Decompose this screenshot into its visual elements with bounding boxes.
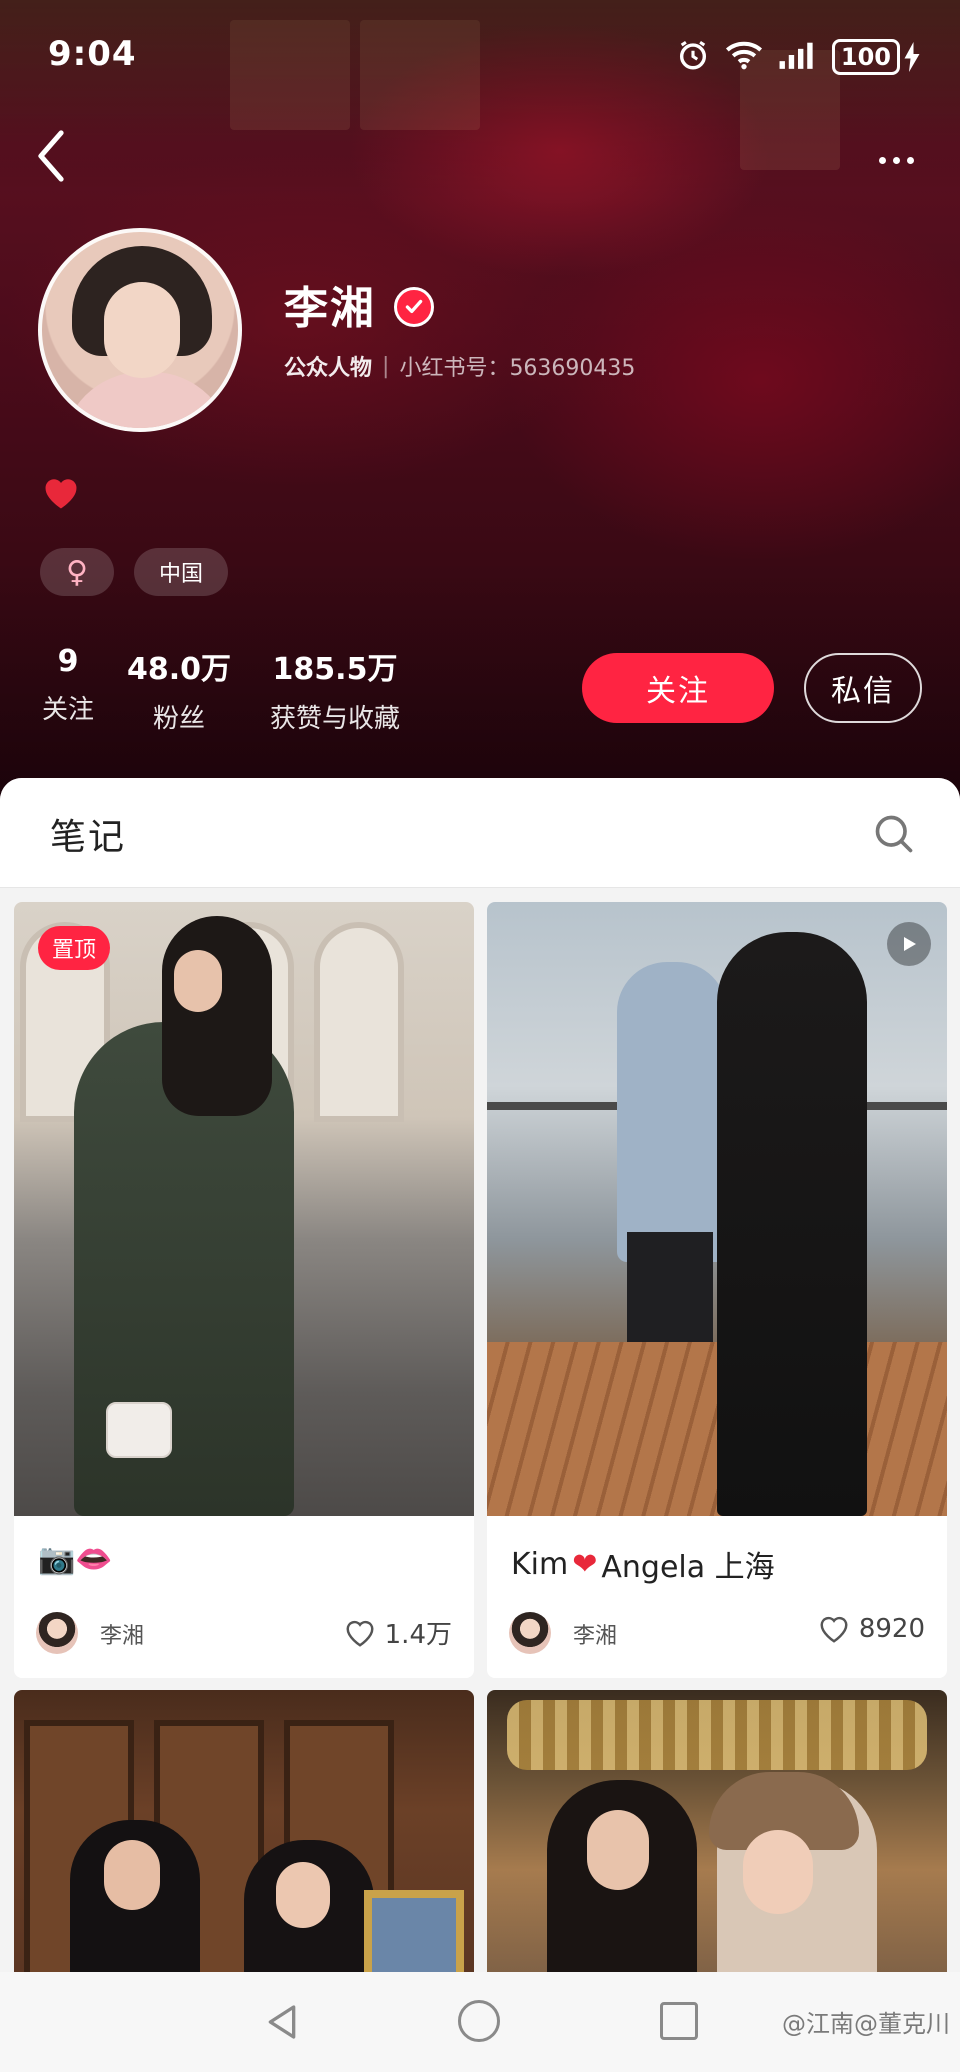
fans-count: 48.0万 [126,652,232,687]
following-count: 9 [57,644,79,679]
likes-stat[interactable]: 185.5万 获赞与收藏 [258,644,412,735]
watermark-text: @江南@董克川 [782,2010,950,2038]
note-title: 📷👄 [38,1542,113,1577]
region-tag: 中国 [134,548,228,596]
follow-button[interactable]: 关注 [582,653,774,723]
note-title: Kim ❤ Angela 上海 [511,1542,775,1586]
following-stat[interactable]: 9 关注 [36,644,100,726]
profile-role: 公众人物 [284,356,373,381]
likes-label: 获赞与收藏 [269,704,400,734]
note-card[interactable] [14,1690,474,1990]
author-avatar[interactable] [509,1612,551,1654]
gender-tag: ♀ [40,548,114,596]
notes-panel: 笔记 置顶 📷👄 李湘 1.4万 Kim ❤ Angela 上海 李湘 8920 [0,778,960,2072]
avatar[interactable] [38,228,242,432]
tab-notes[interactable]: 笔记 [50,808,126,860]
note-like-count: 8920 [858,1614,925,1644]
bio-heart-icon [42,476,80,514]
profile-subline: 公众人物 | 小红书号：563690435 [284,350,635,382]
video-play-icon [887,922,931,966]
note-like-button[interactable]: 1.4万 [343,1614,452,1651]
note-cover-image [487,1690,947,1990]
search-button[interactable] [872,812,916,856]
note-like-count: 1.4万 [384,1620,452,1650]
profile-name: 李湘 [284,283,376,334]
fans-label: 粉丝 [152,704,205,734]
heart-outline-icon [820,1616,848,1643]
nav-home-button[interactable] [458,2000,500,2042]
message-button[interactable]: 私信 [804,653,922,723]
heart-outline-icon [346,1620,374,1647]
following-label: 关注 [41,695,94,725]
note-title-suffix: Angela 上海 [601,1550,775,1585]
profile-id: 小红书号：563690435 [399,356,636,381]
nav-recents-button[interactable] [660,2002,698,2040]
note-card[interactable] [487,1690,947,1990]
likes-count: 185.5万 [272,652,398,687]
note-cover-image: 置顶 [14,902,474,1516]
note-title-text: 📷👄 [38,1542,113,1577]
search-icon [875,815,913,853]
note-cover-image [487,902,947,1516]
fans-stat[interactable]: 48.0万 粉丝 [124,644,234,735]
note-title-heart: ❤ [572,1546,598,1582]
nav-back-button[interactable] [262,2002,302,2046]
note-author[interactable]: 李湘 [100,1618,144,1650]
system-navigation-bar: @江南@董克川 [0,1972,960,2072]
pinned-badge: 置顶 [38,926,111,970]
note-cover-image [14,1690,474,1990]
author-avatar[interactable] [36,1612,78,1654]
note-author[interactable]: 李湘 [573,1618,617,1650]
profile-info: 李湘 公众人物 | 小红书号：563690435 ♀ 中国 9 关注 48.0万… [0,0,960,800]
triangle-back-icon [268,2005,296,2039]
note-title-prefix: Kim [511,1546,569,1582]
note-card[interactable]: 置顶 📷👄 李湘 1.4万 [14,902,474,1678]
note-like-button[interactable]: 8920 [817,1614,925,1644]
note-card[interactable]: Kim ❤ Angela 上海 李湘 8920 [487,902,947,1678]
note-meta: 李湘 8920 [487,1588,947,1678]
verified-badge-icon [394,287,434,327]
note-meta: 李湘 1.4万 [14,1588,474,1678]
